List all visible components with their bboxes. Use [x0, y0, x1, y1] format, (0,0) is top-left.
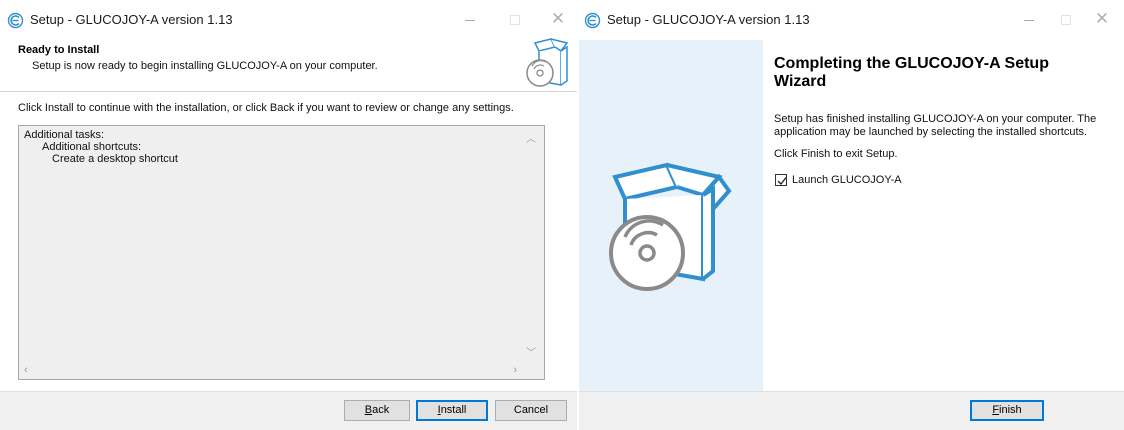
- header-divider: [0, 91, 577, 92]
- button-footer: Back Install Cancel: [0, 391, 577, 430]
- install-instruction: Click Install to continue with the insta…: [18, 102, 514, 114]
- finish-description: Setup has finished installing GLUCOJOY-A…: [774, 113, 1097, 138]
- scroll-up-icon[interactable]: ︿: [526, 130, 536, 145]
- page-subheading: Setup is now ready to begin installing G…: [32, 60, 378, 72]
- scroll-left-icon[interactable]: ‹: [24, 364, 28, 376]
- install-button[interactable]: Install: [416, 400, 488, 421]
- maximize-icon: [510, 15, 520, 26]
- finish-instruction: Click Finish to exit Setup.: [774, 148, 898, 160]
- software-box-cd-icon: [609, 162, 732, 291]
- window-title: Setup - GLUCOJOY-A version 1.13: [30, 12, 233, 27]
- memo-line: Additional shortcuts:: [42, 141, 142, 153]
- minimize-button[interactable]: [458, 8, 482, 30]
- finish-window: Setup - GLUCOJOY-A version 1.13 ✕ Comple…: [579, 0, 1124, 430]
- launch-checkbox[interactable]: [775, 174, 787, 186]
- wizard-side-panel: [579, 40, 763, 392]
- memo-line: Create a desktop shortcut: [52, 153, 178, 165]
- ready-memo-box[interactable]: Additional tasks: Additional shortcuts: …: [18, 125, 545, 380]
- ready-to-install-window: Setup - GLUCOJOY-A version 1.13 ✕ Ready …: [0, 0, 577, 430]
- title-bar[interactable]: Setup - GLUCOJOY-A version 1.13 ✕: [579, 0, 1124, 40]
- setup-app-icon: [7, 12, 24, 29]
- scroll-down-icon[interactable]: ﹀: [526, 344, 536, 359]
- software-box-cd-icon: [526, 38, 569, 87]
- button-footer: Finish: [579, 391, 1124, 430]
- memo-line: Additional tasks:: [24, 129, 105, 141]
- scroll-right-icon[interactable]: ›: [513, 364, 517, 376]
- close-icon: ✕: [550, 9, 566, 28]
- close-button[interactable]: ✕: [546, 8, 570, 30]
- close-button[interactable]: ✕: [1090, 8, 1114, 30]
- window-title: Setup - GLUCOJOY-A version 1.13: [607, 12, 810, 27]
- close-icon: ✕: [1094, 9, 1110, 28]
- maximize-button[interactable]: [503, 8, 527, 30]
- back-button[interactable]: Back: [344, 400, 410, 421]
- minimize-icon: [1024, 19, 1034, 21]
- wizard-title: Completing the GLUCOJOY-A Setup Wizard: [774, 55, 1049, 90]
- title-bar[interactable]: Setup - GLUCOJOY-A version 1.13 ✕: [0, 0, 577, 40]
- cancel-button[interactable]: Cancel: [495, 400, 567, 421]
- maximize-button[interactable]: [1054, 8, 1078, 30]
- launch-checkbox-label: Launch GLUCOJOY-A: [792, 174, 902, 186]
- minimize-button[interactable]: [1017, 8, 1041, 30]
- finish-button[interactable]: Finish: [970, 400, 1044, 421]
- checkmark-icon: [777, 177, 787, 185]
- maximize-icon: [1061, 15, 1071, 26]
- minimize-icon: [465, 19, 475, 21]
- page-heading: Ready to Install: [18, 44, 100, 56]
- setup-app-icon: [584, 12, 601, 29]
